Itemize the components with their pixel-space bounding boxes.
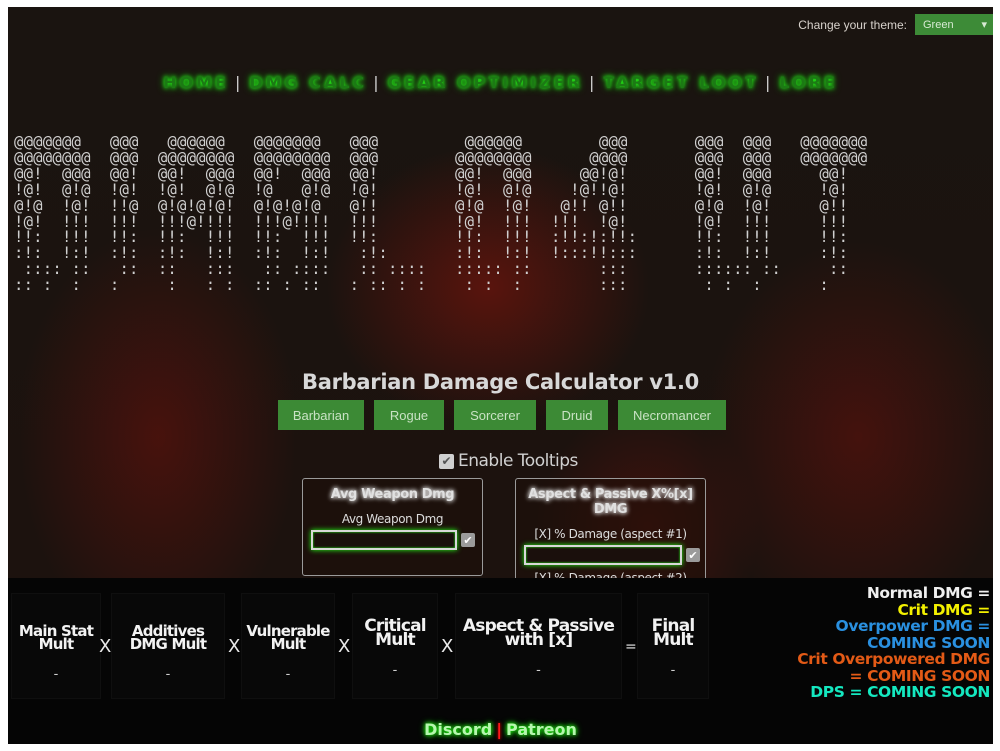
crit-dmg-result: Crit DMG = (897, 600, 990, 619)
class-button-druid[interactable]: Druid (546, 400, 608, 430)
aspect-1-enable-checkbox[interactable]: ✔ (686, 548, 700, 562)
class-button-sorcerer[interactable]: Sorcerer (454, 400, 536, 430)
page-frame: Change your theme: Green ▾ HOME | DMG CALC… (8, 7, 993, 744)
class-selector: Barbarian Rogue Sorcerer Druid Necromanc… (278, 400, 726, 430)
main-stat-mult: Main Stat Mult - (12, 594, 100, 698)
class-button-rogue[interactable]: Rogue (374, 400, 444, 430)
nav-home[interactable]: HOME (163, 73, 229, 92)
overpower-dmg-result: Overpower DMG = COMING SOON (835, 617, 991, 652)
times-operator: X (441, 636, 454, 657)
mult-title: Main Stat Mult (18, 622, 94, 653)
tooltips-checkbox[interactable]: ✔ (439, 453, 454, 469)
aspect-1-input[interactable] (524, 545, 682, 565)
nav-separator: | (373, 73, 382, 92)
nav-gear-optimizer[interactable]: GEAR OPTIMIZER (388, 73, 583, 92)
check-icon: ✔ (463, 533, 473, 547)
times-operator: X (99, 636, 112, 657)
main-nav: HOME | DMG CALC | GEAR OPTIMIZER | TARGET LOOT… (8, 73, 993, 92)
nav-separator: | (765, 73, 774, 92)
nav-dmg-calc[interactable]: DMG CALC (249, 73, 367, 92)
avg-weapon-dmg-input[interactable] (311, 530, 457, 550)
theme-selected-value: Green (923, 18, 954, 31)
mult-title: Aspect & Passive with [x] (462, 616, 615, 650)
chevron-down-icon: ▾ (981, 19, 987, 31)
footer-separator: | (496, 720, 503, 739)
equals-operator: = (625, 639, 637, 655)
vulnerable-mult: Vulnerable Mult - (242, 594, 334, 698)
tooltips-toggle: ✔ Enable Tooltips (439, 451, 578, 471)
avg-weapon-dmg-enable-checkbox[interactable]: ✔ (461, 533, 475, 547)
card-title: Aspect & Passive X%[x] DMG (528, 487, 693, 517)
nav-target-loot[interactable]: TARGET LOOT (603, 73, 759, 92)
nav-separator: | (588, 73, 598, 92)
avg-weapon-dmg-card: Avg Weapon Dmg Avg Weapon Dmg ✔ (302, 478, 483, 576)
theme-select[interactable]: Green ▾ (915, 14, 993, 35)
theme-label: Change your theme: (798, 17, 907, 32)
additives-dmg-mult: Additives DMG Mult - (112, 594, 224, 698)
nav-lore[interactable]: LORE (779, 73, 837, 92)
page-title: Barbarian Damage Calculator v1.0 (302, 370, 699, 394)
aspect-passive-mult: Aspect & Passive with [x] - (456, 594, 621, 698)
critical-mult: Critical Mult - (353, 594, 437, 698)
ascii-logo: @@@@@@@ @@@ @@@@@@ @@@@@@@ @@@ @@@@@@ @@… (14, 133, 868, 295)
mult-value: - (165, 667, 171, 682)
mult-value: - (285, 667, 291, 682)
normal-dmg-result: Normal DMG = (866, 584, 991, 602)
dps-result: DPS = COMING SOON (810, 683, 990, 701)
nav-separator: | (234, 73, 244, 92)
tooltips-label: Enable Tooltips (458, 451, 578, 471)
theme-switcher: Change your theme: Green ▾ (798, 14, 993, 35)
damage-results: Normal DMG = Crit DMG = Overpower DMG = … (780, 585, 990, 701)
times-operator: X (338, 636, 351, 657)
check-icon: ✔ (441, 454, 452, 468)
mult-value: - (670, 663, 676, 678)
mult-title: Additives DMG Mult (129, 622, 207, 653)
check-icon: ✔ (688, 548, 698, 562)
patreon-link[interactable]: Patreon (506, 720, 577, 739)
field-label: Avg Weapon Dmg (341, 512, 444, 526)
footer: Discord | Patreon (8, 720, 993, 739)
field-label: [X] % Damage (aspect #1) (534, 527, 687, 541)
times-operator: X (228, 636, 241, 657)
class-button-barbarian[interactable]: Barbarian (278, 400, 364, 430)
mult-title: Final Mult (651, 616, 696, 650)
class-button-necromancer[interactable]: Necromancer (618, 400, 726, 430)
aspect-passive-card: Aspect & Passive X%[x] DMG [X] % Damage … (515, 478, 706, 588)
mult-value: - (53, 667, 59, 682)
crit-overpowered-dmg-result: Crit Overpowered DMG = COMING SOON (797, 650, 990, 685)
background-art (8, 7, 993, 582)
mult-value: - (392, 663, 398, 678)
mult-title: Critical Mult (364, 616, 426, 650)
mult-value: - (536, 663, 541, 678)
final-mult: Final Mult - (638, 594, 708, 698)
card-title: Avg Weapon Dmg (330, 487, 455, 502)
discord-link[interactable]: Discord (424, 720, 492, 739)
mult-title: Vulnerable Mult (246, 622, 330, 653)
